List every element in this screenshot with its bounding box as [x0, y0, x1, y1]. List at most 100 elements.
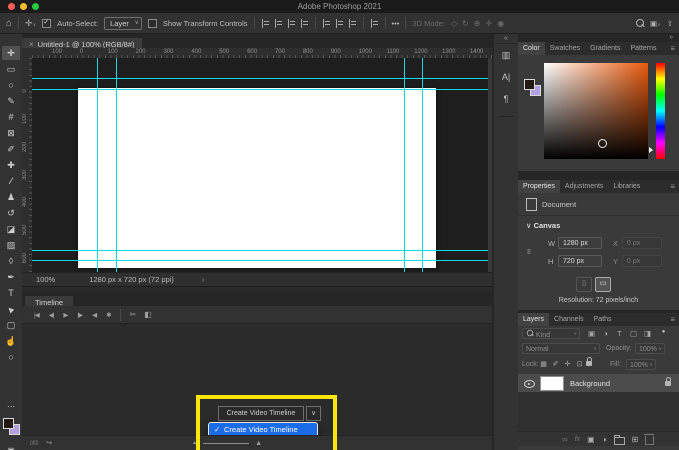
- tab-gradients[interactable]: Gradients: [585, 42, 625, 55]
- align-right-icon[interactable]: [287, 19, 296, 28]
- color-field-cursor[interactable]: [598, 139, 607, 148]
- panel-menu-icon[interactable]: ≡: [670, 313, 679, 326]
- play-icon[interactable]: ▶: [63, 311, 67, 319]
- guide-horizontal[interactable]: [32, 250, 492, 251]
- landscape-orientation-button[interactable]: ▭: [595, 277, 611, 292]
- paragraph-panel-icon[interactable]: ¶: [494, 88, 518, 110]
- convert-to-frame-animation-icon[interactable]: ▯▯▯: [30, 440, 38, 446]
- status-chevron-icon[interactable]: ›: [202, 275, 205, 284]
- guide-horizontal[interactable]: [32, 78, 492, 79]
- pen-tool[interactable]: ✒: [2, 270, 20, 284]
- gradient-tool[interactable]: ▨: [2, 238, 20, 252]
- zoom-tool[interactable]: ○: [2, 350, 20, 364]
- lock-all-icon[interactable]: [586, 361, 592, 366]
- split-at-playhead-icon[interactable]: ✂: [130, 310, 136, 319]
- marquee-tool[interactable]: ▭: [2, 62, 20, 76]
- active-tool-icon[interactable]: ✛∨: [25, 18, 36, 29]
- panel-menu-icon[interactable]: ≡: [670, 180, 679, 193]
- eraser-tool[interactable]: ◪: [2, 222, 20, 236]
- link-layers-icon[interactable]: ∞: [562, 435, 568, 444]
- align-left-icon[interactable]: [261, 19, 270, 28]
- collapse-panels-icon[interactable]: »: [669, 34, 673, 42]
- tab-color[interactable]: Color: [518, 42, 545, 55]
- link-dimensions-icon[interactable]: ∞: [524, 249, 533, 255]
- filter-shape-layers-icon[interactable]: ▢: [628, 329, 639, 338]
- height-field[interactable]: 720 px: [558, 255, 602, 267]
- layer-row-background[interactable]: Background: [518, 374, 679, 392]
- home-icon[interactable]: ⌂: [6, 18, 12, 29]
- layer-visibility-eye-icon[interactable]: [524, 380, 535, 388]
- tab-channels[interactable]: Channels: [549, 313, 589, 326]
- lock-transparency-icon[interactable]: ▦: [538, 360, 549, 368]
- guide-horizontal[interactable]: [32, 89, 492, 90]
- guide-vertical[interactable]: [404, 58, 405, 272]
- history-brush-tool[interactable]: ↺: [2, 206, 20, 220]
- go-to-first-frame-icon[interactable]: |◀: [34, 311, 39, 319]
- hue-slider-marker[interactable]: [649, 147, 653, 153]
- go-to-next-frame-icon[interactable]: |▶: [77, 311, 82, 319]
- layer-name[interactable]: Background: [570, 379, 610, 388]
- filter-adjustment-layers-icon[interactable]: ◑: [600, 329, 611, 338]
- canvas-section-chevron-icon[interactable]: ∨: [526, 221, 532, 230]
- layer-mask-icon[interactable]: ▣: [587, 435, 595, 444]
- timeline-settings-icon[interactable]: ✱: [106, 311, 110, 319]
- align-top-icon[interactable]: [300, 19, 309, 28]
- more-tools-button[interactable]: ⋯: [2, 400, 20, 414]
- move-tool[interactable]: ✛: [2, 46, 20, 60]
- hue-slider[interactable]: [656, 63, 665, 159]
- histogram-panel-icon[interactable]: ▥: [494, 44, 518, 66]
- tab-adjustments[interactable]: Adjustments: [560, 180, 609, 193]
- workspace-switcher[interactable]: ▣∨: [650, 19, 661, 28]
- blur-tool[interactable]: ◊: [2, 254, 20, 268]
- lock-pixels-icon[interactable]: ✐: [550, 360, 561, 368]
- guide-vertical[interactable]: [422, 58, 423, 272]
- adjustment-layer-icon[interactable]: ◑: [602, 435, 607, 444]
- auto-select-checkbox[interactable]: [42, 19, 51, 28]
- transition-icon[interactable]: ◧: [144, 310, 151, 319]
- brush-tool[interactable]: ∕: [2, 174, 20, 188]
- crop-tool[interactable]: #: [2, 110, 20, 124]
- opacity-field[interactable]: 100%∨: [635, 343, 665, 354]
- guide-vertical[interactable]: [97, 58, 98, 272]
- show-transform-checkbox[interactable]: [148, 19, 157, 28]
- x-field[interactable]: 0 px: [622, 237, 662, 249]
- filter-pin-icon[interactable]: ●: [658, 329, 669, 335]
- more-options-button[interactable]: •••: [392, 19, 400, 28]
- distribute-horizontal-icon[interactable]: [348, 19, 357, 28]
- mute-audio-icon[interactable]: ◀: [92, 311, 96, 319]
- expand-panels-icon[interactable]: «: [494, 34, 518, 44]
- tab-swatches[interactable]: Swatches: [545, 42, 585, 55]
- panel-menu-icon[interactable]: ≡: [670, 42, 679, 55]
- blend-mode-dropdown[interactable]: Normal∨: [522, 343, 600, 354]
- hand-tool[interactable]: ☝: [2, 334, 20, 348]
- align-center-vertical-icon[interactable]: [322, 19, 331, 28]
- tab-layers[interactable]: Layers: [518, 313, 549, 326]
- color-field[interactable]: [544, 63, 648, 159]
- align-bottom-icon[interactable]: [335, 19, 344, 28]
- tab-paths[interactable]: Paths: [589, 313, 617, 326]
- filter-pixel-layers-icon[interactable]: ▣: [586, 329, 597, 338]
- lock-position-icon[interactable]: ✛: [562, 360, 573, 368]
- zoom-level[interactable]: 100%: [36, 275, 55, 284]
- layer-filter-dropdown[interactable]: Kind∨: [522, 328, 580, 339]
- foreground-color-swatch[interactable]: [3, 418, 14, 429]
- portrait-orientation-button[interactable]: ▯: [576, 277, 592, 292]
- new-layer-icon[interactable]: ⊞: [632, 435, 639, 444]
- layer-effects-icon[interactable]: fx: [575, 436, 580, 443]
- foreground-color-swatch-small[interactable]: [524, 79, 535, 90]
- render-video-icon[interactable]: ↪: [46, 439, 52, 447]
- type-tool[interactable]: T: [2, 286, 20, 300]
- character-panel-icon[interactable]: A|: [494, 66, 518, 88]
- guide-vertical[interactable]: [116, 58, 117, 272]
- width-field[interactable]: 1280 px: [558, 237, 602, 249]
- guide-horizontal[interactable]: [32, 260, 492, 261]
- tab-properties[interactable]: Properties: [518, 180, 560, 193]
- lasso-tool[interactable]: ○: [2, 78, 20, 92]
- healing-brush-tool[interactable]: ✚: [2, 158, 20, 172]
- lock-artboard-icon[interactable]: ⊡: [574, 360, 585, 368]
- filter-type-layers-icon[interactable]: T: [614, 329, 625, 338]
- rectangle-tool[interactable]: ▢: [2, 318, 20, 332]
- layer-thumbnail[interactable]: [540, 376, 564, 391]
- share-icon[interactable]: ⇧: [667, 19, 673, 28]
- clone-stamp-tool[interactable]: ♟: [2, 190, 20, 204]
